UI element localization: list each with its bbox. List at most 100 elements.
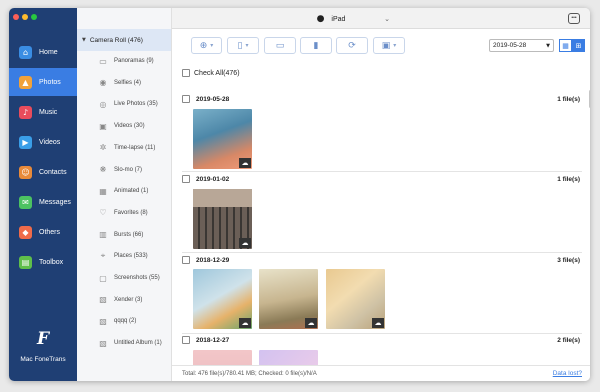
refresh-button[interactable]: ⟳ [336,37,368,54]
music-icon: ♪ [19,105,32,119]
album-item-label: Panoramas (9) [114,58,154,64]
album-item[interactable]: ◎ Live Photos (35) [77,94,171,114]
nav-item-label: Photos [39,78,61,86]
date-group-count: 2 file(s) [557,336,580,344]
nav-item-label: Home [39,48,58,56]
album-item-label: Animated (1) [114,188,149,195]
app-name: Mac FoneTrans [20,356,66,363]
date-group-date: 2019-01-02 [196,175,230,183]
nav-item-music[interactable]: ♪ Music [9,98,77,126]
toolbox-button[interactable]: ▣ ▾ [373,37,405,54]
group-divider [182,252,582,253]
briefcase-icon: ▣ [381,40,391,51]
minimize-window-button[interactable] [22,14,28,20]
album-item[interactable]: ▣ Videos (30) [77,116,171,136]
date-group-checkbox[interactable] [182,95,190,103]
check-all[interactable]: Check All(476) [182,69,240,77]
chevron-down-icon: ▾ [210,42,214,49]
cloud-icon: ☁ [372,318,384,328]
time-lapse-icon: ✲ [99,143,107,153]
expand-triangle-icon[interactable]: ▼ [82,37,86,43]
photo-thumbnail[interactable]: ☁ [193,109,252,169]
date-filter-select[interactable]: 2019-05-28 ▼ [489,39,554,52]
album-item[interactable]: ▭ Panoramas (9) [77,51,171,71]
album-item-label: Places (533) [114,253,148,260]
nav-item-label: Videos [39,138,61,146]
album-item-label: Xender (3) [114,296,143,303]
photo-thumbnail[interactable]: ☁ [193,269,252,329]
album-item-label: Untitled Album (1) [114,340,162,347]
album-camera-roll-label: Camera Roll (476) [89,36,143,44]
date-group-header: 2019-05-28 1 file(s) [182,93,582,105]
bursts-icon: ▥ [99,230,107,240]
main-nav: ⌂ Home ▲ Photos ♪ Music ▶ Videos ☺ Contacts ✉ Messa… [9,8,77,381]
photo-thumbnail[interactable]: ☁ [259,269,318,329]
nav-item-messages[interactable]: ✉ Messages [9,188,77,216]
chevron-down-icon: ▾ [393,42,397,49]
window-controls [13,14,37,20]
album-item[interactable]: ▦ Animated (1) [77,181,171,201]
grid-view-small-button[interactable]: ▦ [559,39,572,52]
close-window-button[interactable] [13,14,19,20]
nav-item-label: Messages [39,198,71,206]
album-item[interactable]: ◉ Selfies (4) [77,73,171,93]
photo-thumbnail[interactable]: ☁ [326,269,385,329]
date-group-count: 1 file(s) [557,95,580,103]
date-group-checkbox[interactable] [182,175,190,183]
check-all-checkbox[interactable] [182,69,190,77]
device-name: iPad [331,15,346,23]
nav-item-photos[interactable]: ▲ Photos [9,68,77,96]
export-to-pc-button[interactable]: ▭ [264,37,296,54]
album-item[interactable]: ♡ Favorites (8) [77,203,171,223]
delete-button[interactable]: ▮ [300,37,332,54]
scrollbar-thumb[interactable] [589,90,590,108]
photo-thumbnail[interactable] [259,350,318,365]
nav-item-toolbox[interactable]: ▤ Toolbox [9,248,77,276]
add-button[interactable]: ⊕ ▾ [191,37,222,54]
check-all-label: Check All(476) [194,69,240,77]
album-list: ▼ Camera Roll (476) ▭ Panoramas (9) ◉ Selfi… [77,8,172,381]
panorama-icon: ▭ [99,56,107,66]
nav-item-others[interactable]: ◆ Others [9,218,77,246]
device-selector[interactable]: ● iPad ⌄ [272,13,390,25]
video-icon: ▣ [99,121,107,131]
date-group-header: 2018-12-27 2 file(s) [182,334,582,346]
album-item-label: Live Photos (35) [114,101,158,108]
album-item[interactable]: ⌖ Places (533) [77,246,171,266]
app-logo: F Mac FoneTrans [9,330,77,363]
album-item-label: Time-lapse (11) [114,144,156,151]
grid-view-large-button[interactable]: ⊞ [572,39,585,52]
export-to-device-button[interactable]: ▯ ▾ [227,37,259,54]
date-group-checkbox[interactable] [182,336,190,344]
slo-mo-icon: ❋ [99,165,107,174]
nav-item-contacts[interactable]: ☺ Contacts [9,158,77,186]
data-lost-link[interactable]: Data lost? [553,370,582,377]
chevron-down-icon[interactable]: ⌄ [384,15,390,23]
date-group-date: 2018-12-29 [196,256,230,264]
album-item[interactable]: ▢ Screenshots (55) [77,268,171,288]
album-item[interactable]: ▧ Xender (3) [77,290,171,310]
date-group-count: 1 file(s) [557,175,580,183]
zoom-window-button[interactable] [31,14,37,20]
album-item[interactable]: ▥ Bursts (66) [77,225,171,245]
status-summary: Total: 476 file(s)/780.41 MB; Checked: 0… [182,370,317,377]
nav-item-label: Toolbox [39,258,64,266]
selfie-icon: ◉ [99,78,107,88]
videos-icon: ▶ [19,135,32,149]
album-item[interactable]: ✲ Time-lapse (11) [77,138,171,158]
album-item-label: Slo-mo (7) [114,166,143,173]
album-item[interactable]: ❋ Slo-mo (7) [77,160,171,180]
date-group-checkbox[interactable] [182,256,190,264]
nav-item-videos[interactable]: ▶ Videos [9,128,77,156]
album-item[interactable]: ▧ Untitled Album (1) [77,333,171,353]
photo-thumbnail[interactable]: ☁ [193,189,252,249]
feedback-chat-icon[interactable]: ••• [568,13,580,24]
computer-icon: ▭ [275,40,285,51]
album-camera-roll[interactable]: ▼ Camera Roll (476) [77,29,171,51]
album-item[interactable]: ▧ qqqq (2) [77,311,171,331]
nav-item-home[interactable]: ⌂ Home [9,38,77,66]
album-item-label: Selfies (4) [114,79,142,86]
cloud-icon: ☁ [239,158,251,168]
fonetrans-logo-icon: F [36,329,50,349]
photo-thumbnail[interactable] [193,350,252,365]
